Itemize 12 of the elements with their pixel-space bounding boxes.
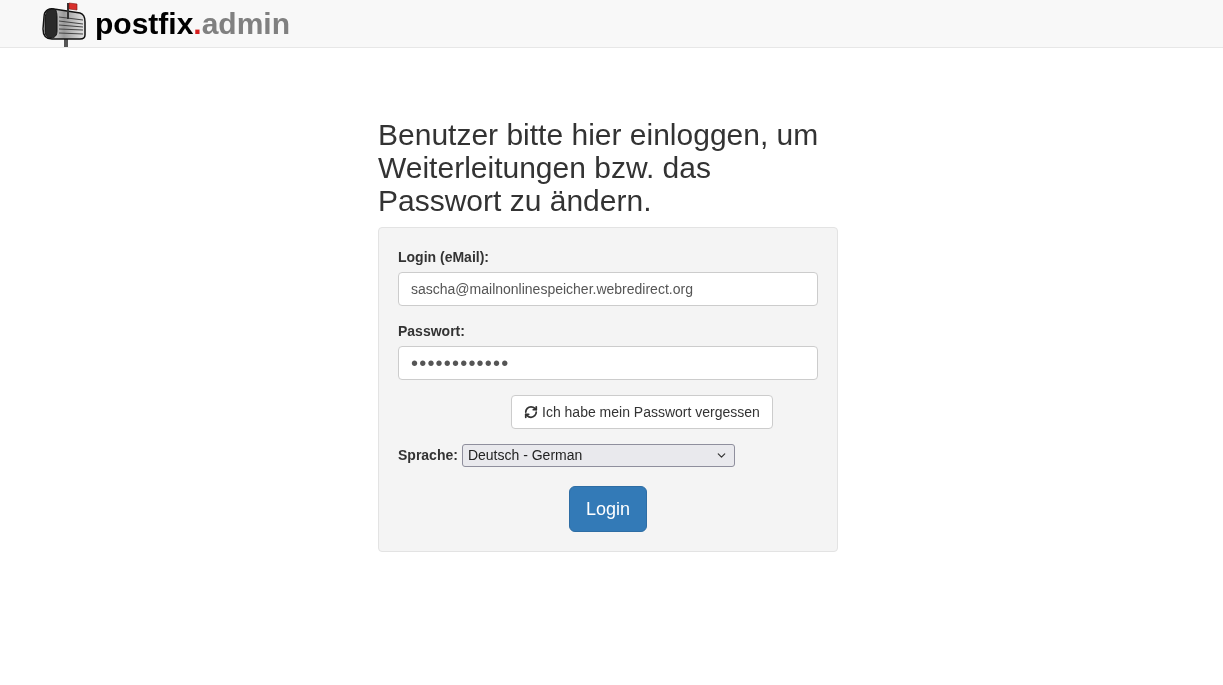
logo-text[interactable]: postfix.admin <box>95 8 291 39</box>
language-select[interactable]: Deutsch - German <box>461 444 735 467</box>
language-label: Sprache: <box>398 446 458 465</box>
field-label: Passwort: <box>398 322 466 341</box>
field-label: Login (eMail): <box>398 248 490 267</box>
refresh-icon <box>524 405 538 419</box>
email-field[interactable]: sascha@mailnonlinespeicher.webredirect.org <box>398 272 818 306</box>
password-field[interactable]: •••••••••••• <box>398 346 818 380</box>
forgot-password-button[interactable]: Ich habe mein Passwort vergessen <box>511 395 773 429</box>
mailbox-icon <box>40 0 86 47</box>
login-button[interactable]: Login <box>568 486 647 532</box>
page-heading: Benutzer bitte hier einloggen, um Weiterleitungen bzw. das Passwort zu ändern. <box>378 118 820 217</box>
